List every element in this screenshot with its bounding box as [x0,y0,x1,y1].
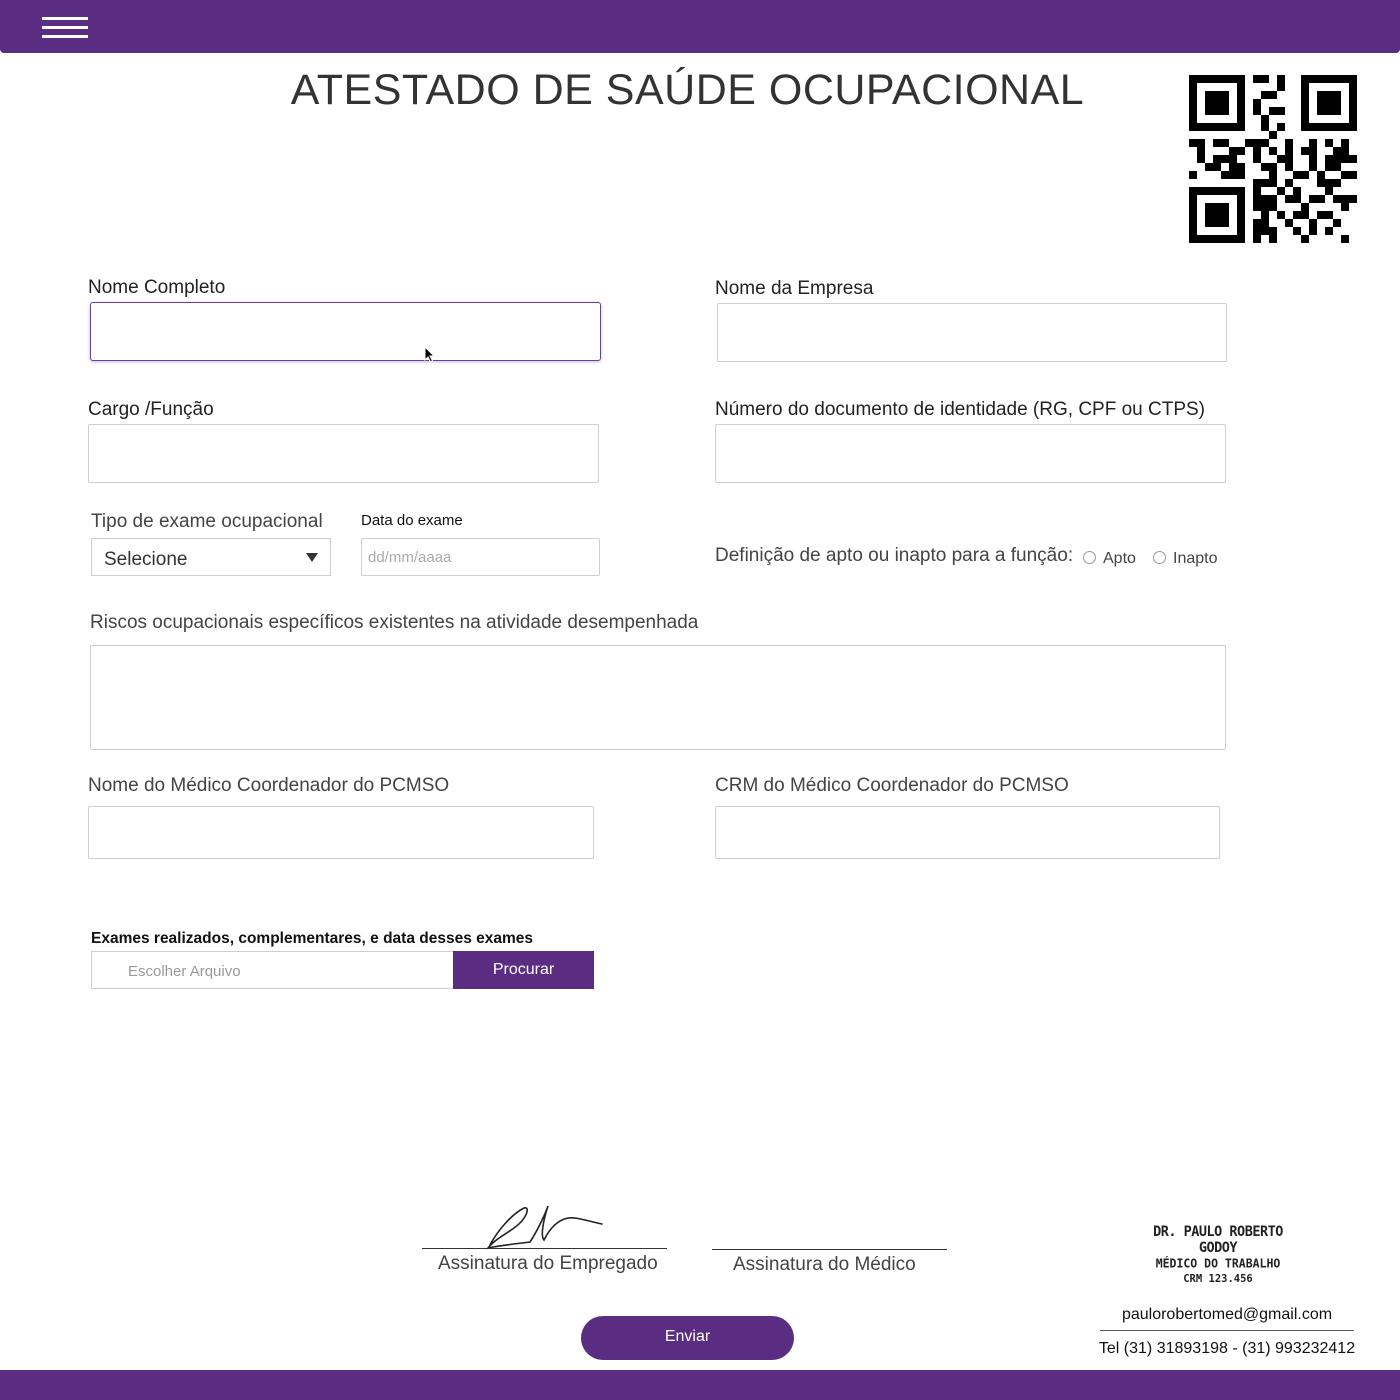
mouse-cursor-icon [424,346,436,363]
riscos-textarea[interactable] [90,645,1226,750]
employee-signature-icon [486,1205,603,1250]
data-exame-input[interactable] [361,538,600,576]
contact-divider [1100,1330,1354,1331]
nome-completo-label: Nome Completo [88,277,226,298]
browse-button[interactable]: Procurar [453,951,594,989]
tipo-exame-label: Tipo de exame ocupacional [91,511,323,532]
apto-radio[interactable] [1083,551,1096,564]
cargo-input[interactable] [88,424,599,483]
data-exame-label: Data do exame [361,512,463,529]
hamburger-menu-icon[interactable] [42,17,88,39]
qr-code-icon [1189,75,1357,243]
page-title: ATESTADO DE SAÚDE OCUPACIONAL [290,66,1085,114]
medico-nome-input[interactable] [88,806,594,859]
doctor-signature-line [712,1249,947,1250]
bottom-bar [0,1370,1400,1400]
stamp-line-1: DR. PAULO ROBERTO GODOY [1153,1223,1283,1256]
medico-nome-label: Nome do Médico Coordenador do PCMSO [88,775,450,796]
nome-empresa-label: Nome da Empresa [715,278,874,299]
stamp-line-3: CRM 123.456 [1183,1272,1253,1286]
doctor-stamp: DR. PAULO ROBERTO GODOY MÉDICO DO TRABAL… [1140,1223,1296,1288]
contact-email: paulorobertomed@gmail.com [1121,1306,1333,1323]
tipo-exame-selected: Selecione [104,549,188,570]
top-bar [0,0,1400,53]
employee-signature-label: Assinatura do Empregado [438,1253,658,1274]
doctor-signature-label: Assinatura do Médico [733,1254,916,1275]
stamp-line-2: MÉDICO DO TRABALHO [1155,1256,1281,1271]
medico-crm-label: CRM do Médico Coordenador do PCMSO [715,775,1069,796]
cargo-label: Cargo /Função [88,399,214,420]
nome-empresa-input[interactable] [717,303,1227,362]
contact-phone: Tel (31) 31893198 - (31) 993232412 [1098,1340,1356,1357]
documento-label: Número do documento de identidade (RG, C… [715,399,1206,420]
exames-file-input[interactable]: Escolher Arquivo Procurar [91,951,594,989]
file-placeholder: Escolher Arquivo [128,963,241,980]
nome-completo-input[interactable] [90,302,601,361]
apto-radio-label: Apto [1103,550,1136,567]
medico-crm-input[interactable] [715,806,1220,859]
documento-input[interactable] [715,424,1226,483]
submit-button[interactable]: Enviar [581,1316,794,1360]
tipo-exame-select[interactable]: Selecione [91,538,331,576]
chevron-down-icon [306,553,318,562]
riscos-label: Riscos ocupacionais específicos existent… [90,612,699,633]
inapto-radio-label: Inapto [1173,550,1218,567]
exames-label: Exames realizados, complementares, e dat… [91,930,533,947]
employee-signature-line [422,1248,667,1249]
inapto-radio[interactable] [1153,551,1166,564]
apto-label: Definição de apto ou inapto para a funçã… [715,545,1074,566]
